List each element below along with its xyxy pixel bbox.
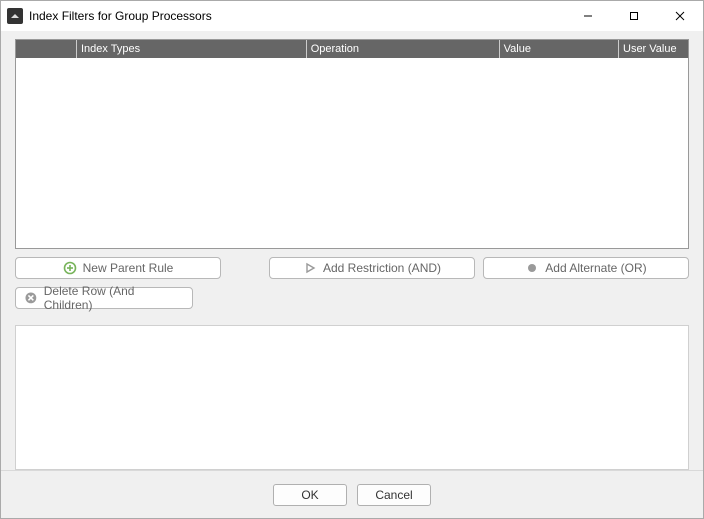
ok-label: OK <box>301 488 318 502</box>
close-button[interactable] <box>657 1 703 31</box>
grid-body[interactable] <box>16 58 688 248</box>
delete-row-label: Delete Row (And Children) <box>44 284 184 312</box>
new-parent-rule-label: New Parent Rule <box>83 261 174 275</box>
x-circle-icon <box>24 291 38 305</box>
grid-col-blank[interactable] <box>16 40 76 58</box>
circle-icon <box>525 261 539 275</box>
action-row-1: New Parent Rule Add Restriction (AND) Ad… <box>15 257 689 279</box>
grid-col-operation[interactable]: Operation <box>306 40 499 58</box>
add-alternate-button[interactable]: Add Alternate (OR) <box>483 257 689 279</box>
plus-circle-icon <box>63 261 77 275</box>
grid-header: Index Types Operation Value User Value <box>16 40 688 58</box>
dialog-footer: OK Cancel <box>1 470 703 518</box>
delete-row-button[interactable]: Delete Row (And Children) <box>15 287 193 309</box>
window-title: Index Filters for Group Processors <box>29 9 212 23</box>
app-icon <box>7 8 23 24</box>
preview-panel[interactable] <box>15 325 689 470</box>
add-restriction-button[interactable]: Add Restriction (AND) <box>269 257 475 279</box>
ok-button[interactable]: OK <box>273 484 347 506</box>
grid-col-value[interactable]: Value <box>499 40 618 58</box>
play-icon <box>303 261 317 275</box>
grid-col-index-types[interactable]: Index Types <box>76 40 306 58</box>
new-parent-rule-button[interactable]: New Parent Rule <box>15 257 221 279</box>
rules-grid[interactable]: Index Types Operation Value User Value <box>15 39 689 249</box>
minimize-button[interactable] <box>565 1 611 31</box>
dialog-content: Index Types Operation Value User Value N… <box>1 31 703 470</box>
title-bar: Index Filters for Group Processors <box>1 1 703 31</box>
maximize-button[interactable] <box>611 1 657 31</box>
add-restriction-label: Add Restriction (AND) <box>323 261 441 275</box>
add-alternate-label: Add Alternate (OR) <box>545 261 646 275</box>
cancel-button[interactable]: Cancel <box>357 484 431 506</box>
action-row-2: Delete Row (And Children) <box>15 287 689 309</box>
cancel-label: Cancel <box>375 488 412 502</box>
grid-col-user-value[interactable]: User Value <box>618 40 688 58</box>
